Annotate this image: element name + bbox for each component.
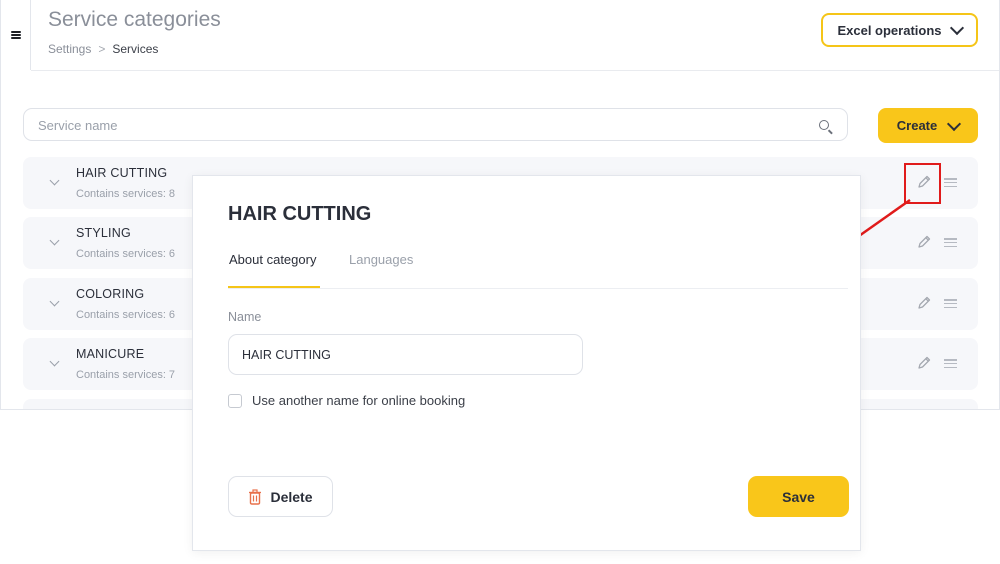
category-name: HAIR CUTTING bbox=[76, 166, 168, 180]
modal-title: HAIR CUTTING bbox=[228, 203, 372, 225]
pencil-icon[interactable] bbox=[916, 355, 932, 371]
online-booking-name-label: Use another name for online booking bbox=[252, 393, 466, 408]
hamburger-icon[interactable] bbox=[10, 31, 21, 39]
chevron-down-icon bbox=[947, 116, 962, 131]
category-count: Contains services: 8 bbox=[76, 188, 176, 200]
create-button-label: Create bbox=[896, 118, 938, 133]
page-header: Service categories Settings > Services Exc… bbox=[31, 0, 999, 71]
category-name: STYLING bbox=[76, 226, 131, 240]
breadcrumb-services: Services bbox=[112, 42, 159, 56]
chevron-down-icon[interactable] bbox=[49, 175, 60, 186]
delete-button[interactable]: Delete bbox=[228, 476, 333, 517]
name-label: Name bbox=[228, 310, 262, 324]
category-name: COLORING bbox=[76, 287, 145, 301]
chevron-down-icon[interactable] bbox=[49, 356, 60, 367]
search-icon[interactable] bbox=[819, 120, 829, 130]
search-input[interactable] bbox=[36, 109, 800, 142]
search-box[interactable] bbox=[23, 108, 848, 142]
online-booking-name-option[interactable]: Use another name for online booking bbox=[228, 393, 465, 408]
edit-category-modal: HAIR CUTTING About category Languages Na… bbox=[192, 175, 861, 551]
drag-handle-icon[interactable] bbox=[944, 178, 957, 187]
breadcrumb-settings[interactable]: Settings bbox=[48, 42, 91, 56]
online-booking-name-checkbox[interactable] bbox=[228, 393, 242, 408]
drag-handle-icon[interactable] bbox=[944, 238, 957, 247]
page-title: Service categories bbox=[48, 8, 221, 31]
excel-operations-button[interactable]: Excel operations bbox=[821, 13, 978, 47]
delete-button-label: Delete bbox=[270, 488, 313, 505]
category-name: MANICURE bbox=[76, 347, 145, 361]
breadcrumb-separator: > bbox=[98, 42, 106, 56]
save-button[interactable]: Save bbox=[748, 476, 849, 517]
chevron-down-icon[interactable] bbox=[49, 235, 60, 246]
tab-languages[interactable]: Languages bbox=[349, 252, 413, 267]
chevron-down-icon bbox=[949, 20, 964, 36]
category-count: Contains services: 6 bbox=[76, 309, 176, 321]
drag-handle-icon[interactable] bbox=[944, 359, 957, 368]
name-field[interactable] bbox=[228, 334, 583, 375]
category-count: Contains services: 6 bbox=[76, 248, 176, 260]
menu-rail bbox=[1, 0, 31, 70]
drag-handle-icon[interactable] bbox=[944, 299, 957, 308]
breadcrumb: Settings > Services bbox=[48, 42, 158, 56]
chevron-down-icon[interactable] bbox=[49, 296, 60, 307]
tab-about-category[interactable]: About category bbox=[229, 252, 316, 267]
excel-operations-label: Excel operations bbox=[837, 22, 942, 38]
category-count: Contains services: 7 bbox=[76, 369, 176, 381]
tab-divider bbox=[228, 288, 848, 289]
trash-icon bbox=[249, 488, 262, 505]
create-button[interactable]: Create bbox=[878, 108, 978, 143]
active-tab-underline bbox=[228, 286, 320, 288]
